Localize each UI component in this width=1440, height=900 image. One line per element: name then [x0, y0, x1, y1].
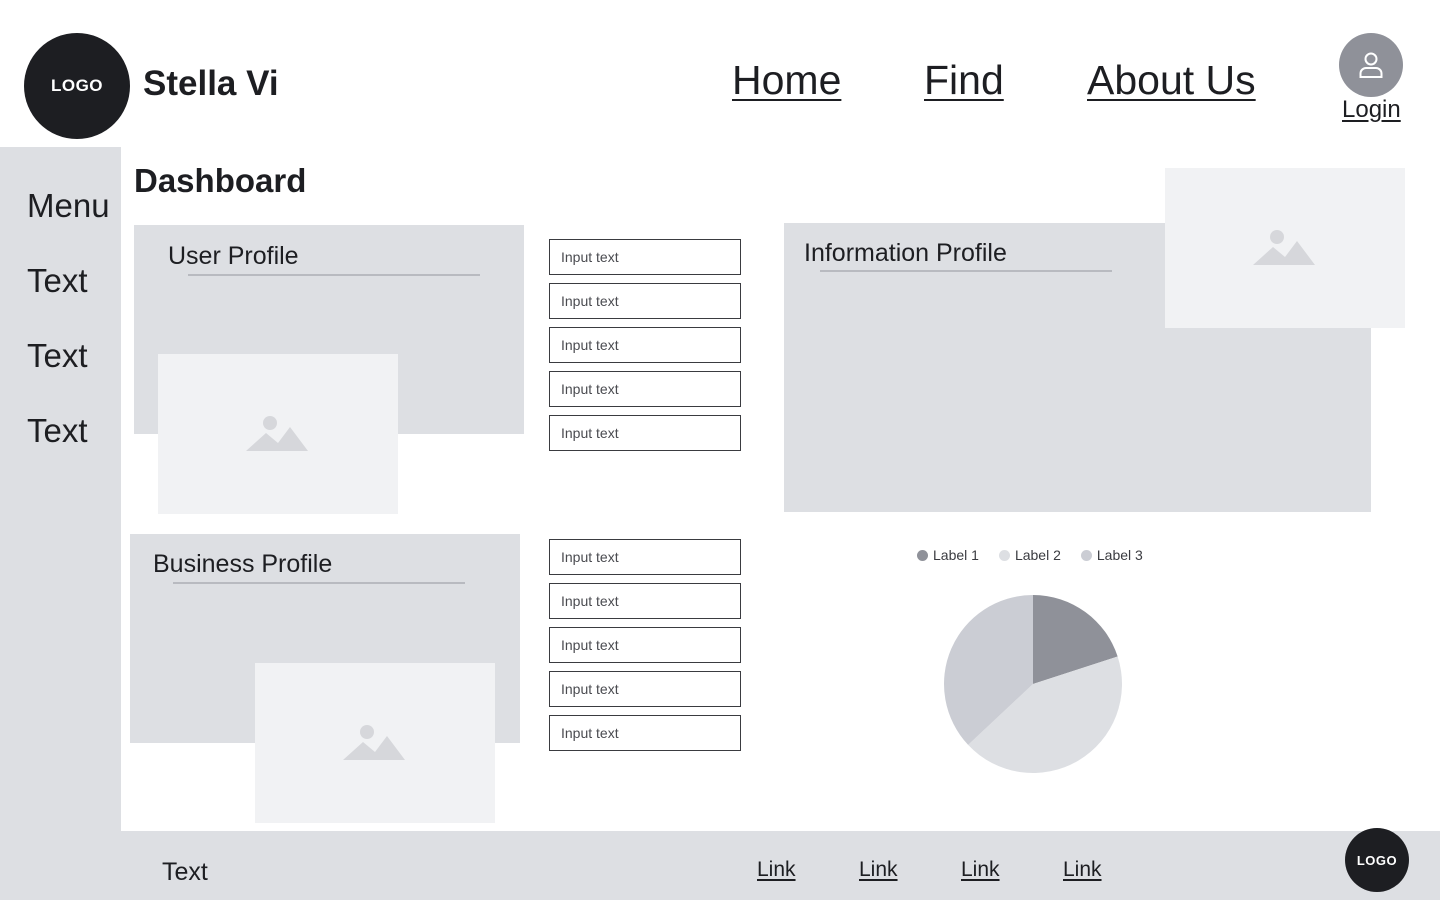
image-placeholder-icon — [343, 725, 405, 760]
footer-logo[interactable]: LOGO — [1345, 828, 1409, 892]
user-icon — [1359, 52, 1383, 78]
login-link[interactable]: Login — [1342, 96, 1401, 124]
legend-item-2: Label 2 — [998, 547, 1061, 563]
nav-about-us-link[interactable]: About Us — [1087, 57, 1256, 104]
user-profile-divider — [188, 274, 480, 276]
logo[interactable]: LOGO — [24, 33, 130, 139]
pie-legend: Label 1 Label 2 Label 3 — [917, 547, 1143, 563]
information-profile-title: Information Profile — [804, 239, 1007, 267]
business-profile-title: Business Profile — [153, 550, 333, 578]
legend-dot-1 — [917, 549, 928, 561]
logo-text: LOGO — [50, 76, 104, 95]
legend-dot-3 — [1080, 549, 1092, 561]
footer-text: Text — [162, 858, 208, 886]
footer-link-2[interactable]: Link — [859, 858, 898, 882]
user-profile-image — [158, 354, 398, 514]
footer-link-1[interactable]: Link — [757, 858, 796, 882]
user-input-5[interactable] — [549, 415, 741, 451]
legend-dot-2 — [998, 549, 1010, 561]
business-input-4[interactable] — [549, 671, 741, 707]
brand-name: Stella Vi — [143, 64, 279, 103]
nav-home-link[interactable]: Home — [732, 57, 841, 104]
pie-chart — [944, 595, 1122, 773]
user-input-4[interactable] — [549, 371, 741, 407]
business-input-3[interactable] — [549, 627, 741, 663]
avatar[interactable] — [1339, 33, 1403, 97]
business-input-2[interactable] — [549, 583, 741, 619]
legend-label-2: Label 2 — [1014, 547, 1061, 563]
legend-item-1: Label 1 — [917, 547, 979, 563]
image-placeholder-icon — [1253, 230, 1315, 265]
image-placeholder-icon — [246, 416, 308, 451]
page-title: Dashboard — [134, 162, 307, 199]
sidebar-item-3[interactable]: Text — [27, 412, 88, 450]
business-input-1[interactable] — [549, 539, 741, 575]
information-profile-divider — [820, 270, 1112, 272]
sidebar — [0, 147, 121, 831]
sidebar-item-2[interactable]: Text — [27, 337, 88, 375]
business-profile-divider — [173, 582, 465, 584]
user-input-3[interactable] — [549, 327, 741, 363]
footer-link-3[interactable]: Link — [961, 858, 1000, 882]
sidebar-item-1[interactable]: Text — [27, 262, 88, 300]
legend-label-1: Label 1 — [933, 547, 979, 563]
user-input-2[interactable] — [549, 283, 741, 319]
user-input-1[interactable] — [549, 239, 741, 275]
user-profile-title: User Profile — [168, 242, 299, 270]
sidebar-menu-heading: Menu — [27, 187, 110, 224]
legend-item-3: Label 3 — [1080, 547, 1143, 563]
nav-find-link[interactable]: Find — [924, 57, 1004, 104]
footer — [0, 831, 1440, 900]
business-profile-image — [255, 663, 495, 823]
information-profile-image — [1165, 168, 1405, 328]
footer-logo-text: LOGO — [1356, 852, 1398, 868]
footer-link-4[interactable]: Link — [1063, 858, 1102, 882]
legend-label-3: Label 3 — [1096, 547, 1143, 563]
business-input-5[interactable] — [549, 715, 741, 751]
